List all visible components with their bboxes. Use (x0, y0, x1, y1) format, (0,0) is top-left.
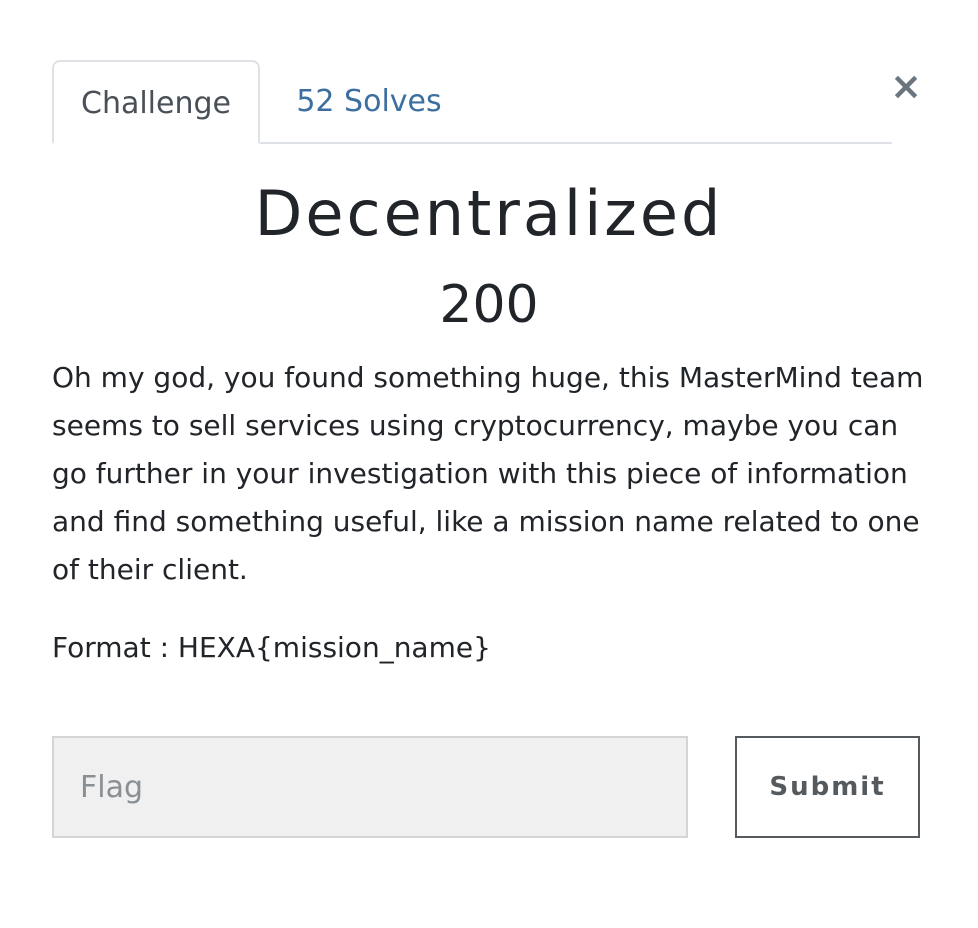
close-icon[interactable]: × (888, 66, 924, 106)
submit-button[interactable]: Submit (735, 736, 920, 838)
challenge-description: Oh my god, you found something huge, thi… (52, 361, 924, 586)
tab-bar: Challenge 52 Solves (52, 60, 892, 144)
challenge-points: 200 (439, 275, 539, 335)
tab-solves[interactable]: 52 Solves (274, 60, 464, 144)
challenge-modal: × Challenge 52 Solves Decentralized 200 … (0, 0, 978, 928)
flag-input[interactable] (52, 736, 688, 838)
challenge-title: Decentralized (254, 177, 724, 250)
flag-format-hint: Format : HEXA{mission_name} (52, 631, 491, 664)
tab-challenge[interactable]: Challenge (52, 60, 260, 144)
